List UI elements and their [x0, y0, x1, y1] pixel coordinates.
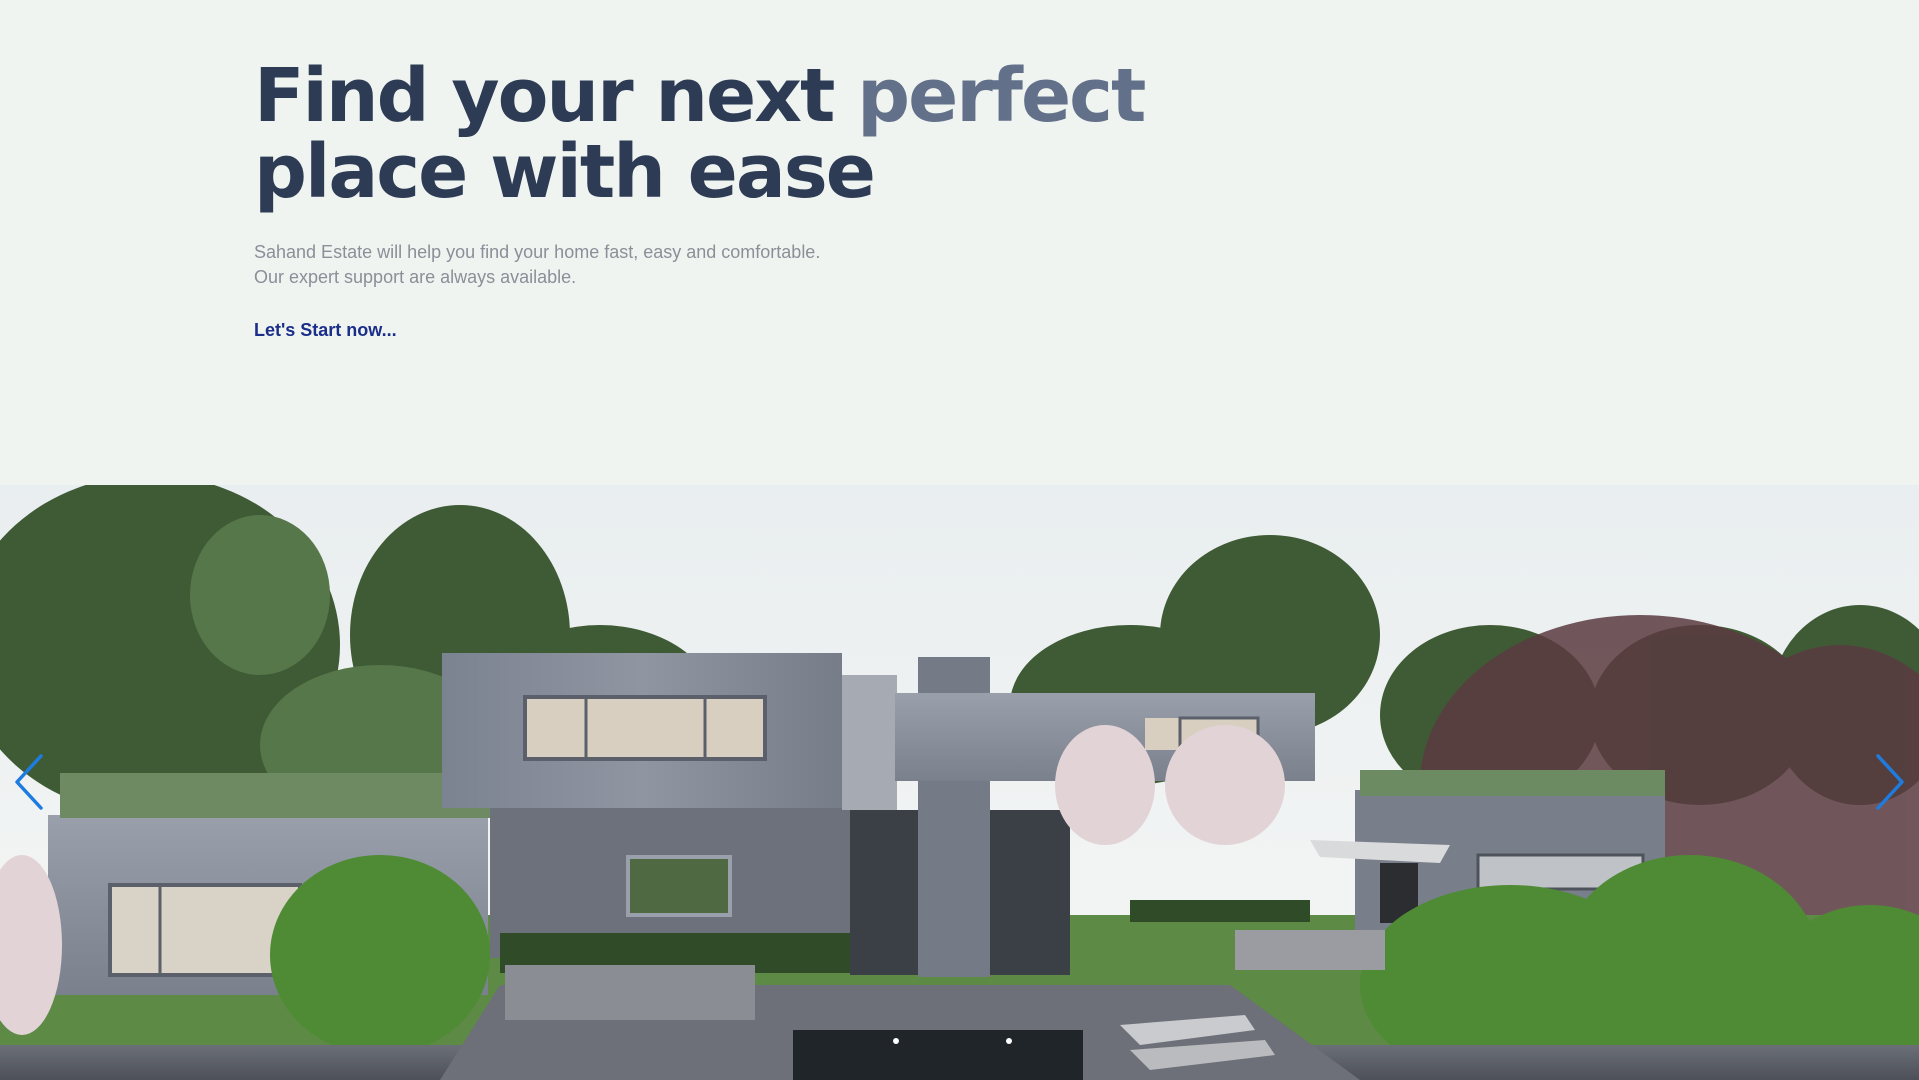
slider-next-button[interactable]: [1867, 747, 1913, 817]
headline-part1: Find your next: [254, 53, 858, 139]
chevron-right-icon: [1876, 754, 1904, 810]
image-slider: [0, 485, 1919, 1080]
headline-accent: perfect: [857, 53, 1146, 139]
subtitle-line1: Sahand Estate will help you find your ho…: [254, 242, 821, 262]
slider-prev-button[interactable]: [6, 747, 52, 817]
hero-headline: Find your next perfect place with ease: [254, 58, 1154, 210]
hero-content: Find your next perfect place with ease Sa…: [254, 58, 1154, 341]
hero-subtitle: Sahand Estate will help you find your ho…: [254, 240, 874, 290]
hero-section: Find your next perfect place with ease Sa…: [0, 0, 1919, 485]
subtitle-line2: Our expert support are always available.: [254, 267, 577, 287]
headline-part2: place with ease: [254, 129, 876, 215]
chevron-left-icon: [15, 754, 43, 810]
slide-house-image: [0, 485, 1919, 1080]
start-now-link[interactable]: Let's Start now...: [254, 320, 397, 341]
